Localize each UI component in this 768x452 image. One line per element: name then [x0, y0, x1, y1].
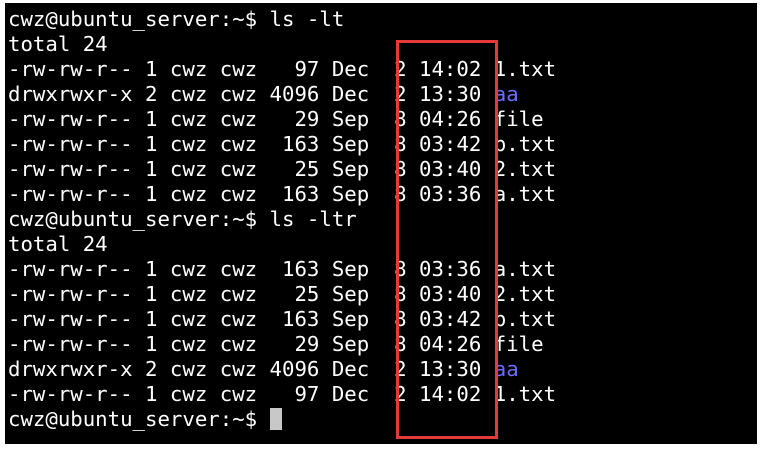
file-metadata: -rw-rw-r-- 1 cwz cwz 163 Sep 8 03:36 — [8, 257, 494, 281]
file-name: a.txt — [493, 182, 557, 206]
file-metadata: -rw-rw-r-- 1 cwz cwz 25 Sep 8 03:40 — [8, 282, 494, 306]
directory-name: aa — [493, 82, 519, 106]
file-listing-row: drwxrwxr-x 2 cwz cwz 4096 Dec 2 13:30 aa — [8, 82, 556, 107]
command-text: ls -ltr — [269, 207, 357, 231]
file-metadata: -rw-rw-r-- 1 cwz cwz 163 Sep 8 03:36 — [8, 182, 494, 206]
file-listing-row: -rw-rw-r-- 1 cwz cwz 29 Sep 8 04:26 file — [8, 332, 556, 357]
file-metadata: -rw-rw-r-- 1 cwz cwz 29 Sep 8 04:26 — [8, 107, 494, 131]
file-name: 1.txt — [493, 382, 557, 406]
terminal-output: cwz@ubuntu_server:~$ ls -lt total 24 -rw-r… — [8, 7, 556, 432]
file-metadata: -rw-rw-r-- 1 cwz cwz 29 Sep 8 04:26 — [8, 332, 494, 356]
total-line: total 24 — [8, 232, 108, 256]
file-metadata: -rw-rw-r-- 1 cwz cwz 163 Sep 8 03:42 — [8, 132, 494, 156]
terminal-window[interactable]: cwz@ubuntu_server:~$ ls -lt total 24 -rw-r… — [5, 3, 757, 444]
directory-name: aa — [493, 357, 519, 381]
file-name: file — [493, 332, 544, 356]
file-name: b.txt — [493, 132, 557, 156]
file-listing-row: drwxrwxr-x 2 cwz cwz 4096 Dec 2 13:30 aa — [8, 357, 556, 382]
command-line: cwz@ubuntu_server:~$ ls -lt — [8, 7, 556, 32]
file-listing-row: -rw-rw-r-- 1 cwz cwz 97 Dec 2 14:02 1.tx… — [8, 57, 556, 82]
file-listing-row: -rw-rw-r-- 1 cwz cwz 163 Sep 8 03:42 b.t… — [8, 132, 556, 157]
file-listing-row: -rw-rw-r-- 1 cwz cwz 163 Sep 8 03:36 a.t… — [8, 257, 556, 282]
file-name: 2.txt — [493, 157, 557, 181]
file-listing-row: -rw-rw-r-- 1 cwz cwz 97 Dec 2 14:02 1.tx… — [8, 382, 556, 407]
active-prompt-line: cwz@ubuntu_server:~$ — [8, 407, 556, 432]
total-line: total 24 — [8, 32, 108, 56]
file-metadata: -rw-rw-r-- 1 cwz cwz 163 Sep 8 03:42 — [8, 307, 494, 331]
file-metadata: drwxrwxr-x 2 cwz cwz 4096 Dec 2 13:30 — [8, 82, 494, 106]
file-metadata: drwxrwxr-x 2 cwz cwz 4096 Dec 2 13:30 — [8, 357, 494, 381]
command-line: cwz@ubuntu_server:~$ ls -ltr — [8, 207, 556, 232]
file-listing-row: -rw-rw-r-- 1 cwz cwz 25 Sep 8 03:40 2.tx… — [8, 157, 556, 182]
shell-prompt: cwz@ubuntu_server:~$ — [8, 7, 270, 31]
file-name: b.txt — [493, 307, 557, 331]
file-metadata: -rw-rw-r-- 1 cwz cwz 97 Dec 2 14:02 — [8, 382, 494, 406]
command-text: ls -lt — [269, 7, 345, 31]
file-metadata: -rw-rw-r-- 1 cwz cwz 97 Dec 2 14:02 — [8, 57, 494, 81]
text-cursor[interactable] — [269, 408, 282, 430]
file-name: 1.txt — [493, 57, 557, 81]
screenshot-frame: cwz@ubuntu_server:~$ ls -lt total 24 -rw-r… — [0, 0, 768, 452]
file-metadata: -rw-rw-r-- 1 cwz cwz 25 Sep 8 03:40 — [8, 157, 494, 181]
file-listing-row: -rw-rw-r-- 1 cwz cwz 163 Sep 8 03:36 a.t… — [8, 182, 556, 207]
shell-prompt: cwz@ubuntu_server:~$ — [8, 207, 270, 231]
file-name: file — [493, 107, 544, 131]
file-listing-row: -rw-rw-r-- 1 cwz cwz 25 Sep 8 03:40 2.tx… — [8, 282, 556, 307]
file-listing-row: -rw-rw-r-- 1 cwz cwz 29 Sep 8 04:26 file — [8, 107, 556, 132]
file-name: a.txt — [493, 257, 557, 281]
file-name: 2.txt — [493, 282, 557, 306]
file-listing-row: -rw-rw-r-- 1 cwz cwz 163 Sep 8 03:42 b.t… — [8, 307, 556, 332]
shell-prompt: cwz@ubuntu_server:~$ — [8, 407, 270, 431]
